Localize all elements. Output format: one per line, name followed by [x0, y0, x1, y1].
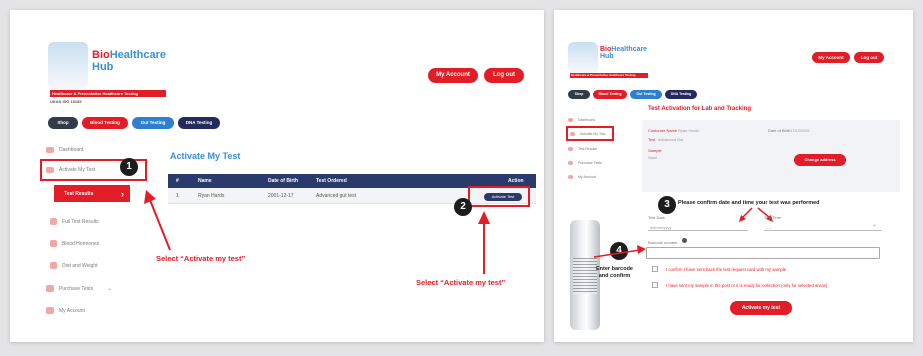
nav-pill-dna-testing[interactable]: DNA Testing: [665, 90, 697, 99]
callout-step-1: Select “Activate my test”: [156, 254, 246, 263]
customer-name-value: Ryan Hards: [678, 128, 700, 133]
dashboard-icon: [568, 118, 573, 122]
log-out-button[interactable]: Log out: [854, 52, 884, 63]
dob-label: Date of Birth: [768, 128, 791, 133]
confirm-sent-label: I have sent my sample in the post or it …: [666, 283, 828, 288]
nav-pill-shop[interactable]: Shop: [568, 90, 590, 99]
right-screenshot-panel: BioHealthcare Hub Healthcare & Preventat…: [554, 10, 913, 342]
confirm-card-label: I confirm I have sent back the test requ…: [666, 267, 787, 272]
tube-label: [573, 258, 597, 294]
barcode-label: Barcode number: [648, 240, 678, 245]
my-account-button[interactable]: My Account: [812, 52, 850, 63]
change-address-button[interactable]: Change address: [794, 154, 846, 166]
callout-step-2: Select “Activate my test”: [416, 278, 506, 287]
callout-step-4: Enter barcode and confirm: [596, 266, 633, 280]
logo-figure: [568, 42, 598, 74]
test-time-label: Test Time: [764, 215, 782, 220]
dob-value: 17/12/2001: [790, 128, 811, 133]
callout-arrows: [144, 190, 490, 274]
logo-banner: Healthcare & Preventative Healthcare Tes…: [570, 73, 648, 78]
sample-label: Sample: [648, 148, 662, 153]
nav-pill-blood-testing[interactable]: Blood Testing: [593, 90, 627, 99]
barcode-input[interactable]: [646, 247, 880, 259]
confirm-sent-checkbox[interactable]: [652, 282, 658, 288]
customer-name-label: Customer Name: [648, 128, 678, 133]
cart-icon: [568, 161, 573, 165]
results-icon: [568, 147, 573, 151]
test-value: Advanced Gut: [658, 137, 684, 142]
sidebar-item-test-results[interactable]: Test Results: [568, 147, 597, 151]
step-3-marker: 3: [658, 196, 676, 214]
page-title: Test Activation for Lab and Tracking: [648, 106, 752, 112]
highlight-activate-my-test: [566, 126, 614, 141]
nav-pill-gut-testing[interactable]: Gut Testing: [630, 90, 662, 99]
sample-value: Stool: [648, 155, 658, 160]
left-screenshot-panel: BioHealthcare Hub Healthcare & Preventat…: [10, 10, 544, 342]
test-date-label: Test Date: [648, 215, 665, 220]
account-icon: [568, 175, 573, 179]
callout-arrow-4: [593, 245, 646, 258]
test-label: Test: [648, 137, 656, 142]
activate-my-test-button[interactable]: Activate my test: [730, 301, 792, 315]
barcode-info-icon: [682, 238, 687, 243]
logo-name: BioHealthcare Hub: [600, 46, 648, 61]
confirm-card-checkbox[interactable]: [652, 266, 658, 272]
test-date-underline: [648, 230, 748, 231]
sidebar-item-my-account[interactable]: My Account: [568, 175, 596, 179]
time-dropdown-icon: ⌄: [872, 222, 878, 228]
sidebar-item-dashboard[interactable]: Dashboard: [568, 118, 595, 122]
test-time-underline: [764, 230, 882, 231]
sidebar-item-purchase-tests[interactable]: Purchase Tests: [568, 161, 602, 165]
